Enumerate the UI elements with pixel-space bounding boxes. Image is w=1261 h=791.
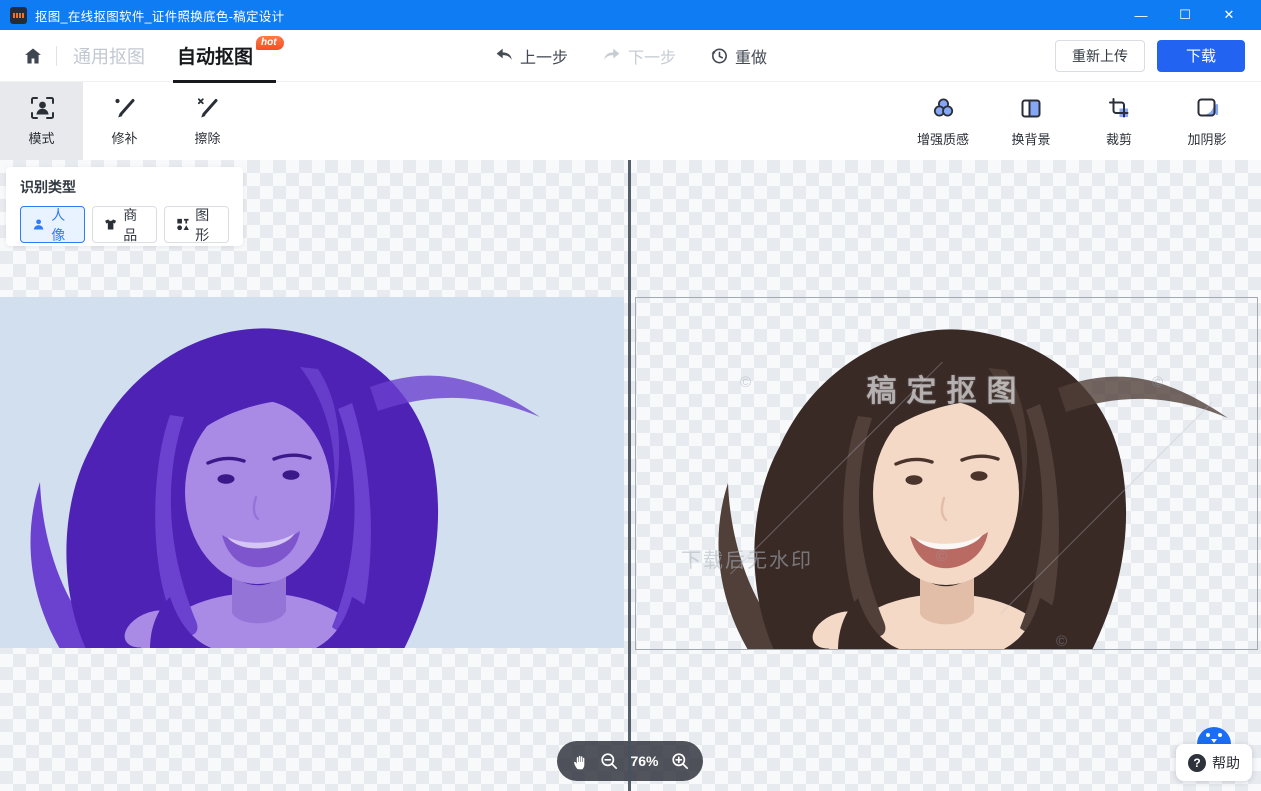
download-button[interactable]: 下载 (1157, 40, 1245, 72)
tab-auto-label: 自动抠图 (177, 47, 253, 68)
window-title: 抠图_在线抠图软件_证件照换底色-稿定设计 (35, 6, 284, 25)
zoom-in-icon[interactable] (670, 751, 690, 771)
tool-repair[interactable]: 修补 (83, 82, 166, 160)
nav-actions: 重新上传 下载 (1055, 40, 1245, 72)
mode-person-brackets-icon (29, 95, 55, 121)
copyright-mark: © (740, 374, 751, 391)
undo-button[interactable]: 上一步 (494, 44, 568, 68)
tab-general-cutout[interactable]: 通用抠图 (71, 43, 147, 69)
type-product-label: 商品 (123, 205, 145, 245)
portrait-person-icon (32, 216, 45, 233)
toolbar: 模式 修补 擦除 增强质感 (0, 82, 1261, 160)
tool-enhance[interactable]: 增强质感 (899, 82, 987, 160)
type-graphic-button[interactable]: 图形 (164, 206, 229, 243)
redo-arrow-icon (602, 47, 621, 64)
nav-separator (56, 46, 57, 66)
watermark-text: 稿定抠图 (867, 366, 1027, 410)
tool-enhance-label: 增强质感 (917, 129, 969, 148)
pan-hand-icon[interactable] (570, 752, 588, 770)
watermark-note: 下载后无水印 (681, 544, 813, 573)
erase-brush-icon (195, 95, 221, 121)
tool-erase[interactable]: 擦除 (166, 82, 249, 160)
tool-change-bg[interactable]: 换背景 (987, 82, 1075, 160)
cutout-result-image[interactable]: 稿定抠图 下载后无水印 © © © © (635, 297, 1258, 650)
nav-bar: 通用抠图 自动抠图hot 上一步 下一步 重做 重新上传 下载 (0, 30, 1261, 82)
repair-brush-icon (112, 95, 138, 121)
enhance-circles-icon (930, 95, 957, 122)
reupload-button[interactable]: 重新上传 (1055, 40, 1145, 72)
copyright-mark: © (1056, 633, 1067, 650)
redo-button[interactable]: 下一步 (602, 44, 676, 68)
tool-mode-label: 模式 (28, 128, 54, 147)
tool-crop[interactable]: 裁剪 (1075, 82, 1163, 160)
portrait-mask-preview (0, 297, 624, 648)
type-portrait-button[interactable]: 人像 (20, 206, 85, 243)
recognition-type-title: 识别类型 (20, 177, 229, 197)
editor-canvas[interactable]: 识别类型 人像 商品 (0, 160, 1261, 791)
copyright-mark: © (936, 548, 947, 565)
tool-repair-label: 修补 (111, 128, 137, 147)
help-widget: ? 帮助 (1176, 727, 1252, 781)
redo-all-button[interactable]: 重做 (710, 44, 767, 68)
app-logo-icon (10, 7, 27, 24)
add-shadow-icon (1194, 95, 1221, 122)
help-button[interactable]: ? 帮助 (1176, 744, 1252, 781)
maximize-icon[interactable]: ☐ (1163, 0, 1207, 30)
help-label: 帮助 (1212, 753, 1240, 773)
compare-divider[interactable] (628, 160, 631, 791)
tool-erase-label: 擦除 (194, 128, 220, 147)
window-controls: — ☐ ✕ (1119, 0, 1251, 30)
zoom-out-icon[interactable] (599, 751, 619, 771)
tool-crop-label: 裁剪 (1106, 129, 1132, 148)
tool-mode[interactable]: 模式 (0, 82, 83, 160)
assistant-bot-icon[interactable] (1197, 727, 1231, 745)
change-background-icon (1018, 95, 1045, 122)
minimize-icon[interactable]: — (1119, 0, 1163, 30)
tool-change-bg-label: 换背景 (1011, 129, 1050, 148)
shapes-icon (176, 216, 189, 233)
type-graphic-label: 图形 (195, 205, 217, 245)
undo-label: 上一步 (520, 44, 568, 68)
home-icon[interactable] (16, 39, 50, 73)
type-product-button[interactable]: 商品 (92, 206, 157, 243)
recognition-type-panel: 识别类型 人像 商品 (6, 167, 243, 246)
portrait-cutout (688, 298, 1258, 650)
history-clock-icon (710, 47, 728, 65)
original-image-masked[interactable] (0, 297, 624, 648)
zoom-level: 76% (630, 753, 658, 769)
crop-icon (1106, 95, 1133, 122)
redo-label: 下一步 (628, 44, 676, 68)
titlebar: 抠图_在线抠图软件_证件照换底色-稿定设计 — ☐ ✕ (0, 0, 1261, 30)
question-mark-icon: ? (1188, 754, 1206, 772)
history-controls: 上一步 下一步 重做 (494, 44, 767, 68)
tab-auto-cutout[interactable]: 自动抠图hot (175, 42, 286, 69)
tool-shadow[interactable]: 加阴影 (1163, 82, 1251, 160)
redo-all-label: 重做 (735, 44, 767, 68)
type-portrait-label: 人像 (51, 205, 73, 245)
tool-shadow-label: 加阴影 (1187, 129, 1226, 148)
tshirt-icon (104, 216, 117, 233)
undo-arrow-icon (494, 47, 513, 64)
hot-badge: hot (256, 36, 284, 50)
toolbar-right-group: 增强质感 换背景 裁剪 加阴影 (899, 82, 1261, 160)
close-icon[interactable]: ✕ (1207, 0, 1251, 30)
copyright-mark: © (1152, 374, 1163, 391)
